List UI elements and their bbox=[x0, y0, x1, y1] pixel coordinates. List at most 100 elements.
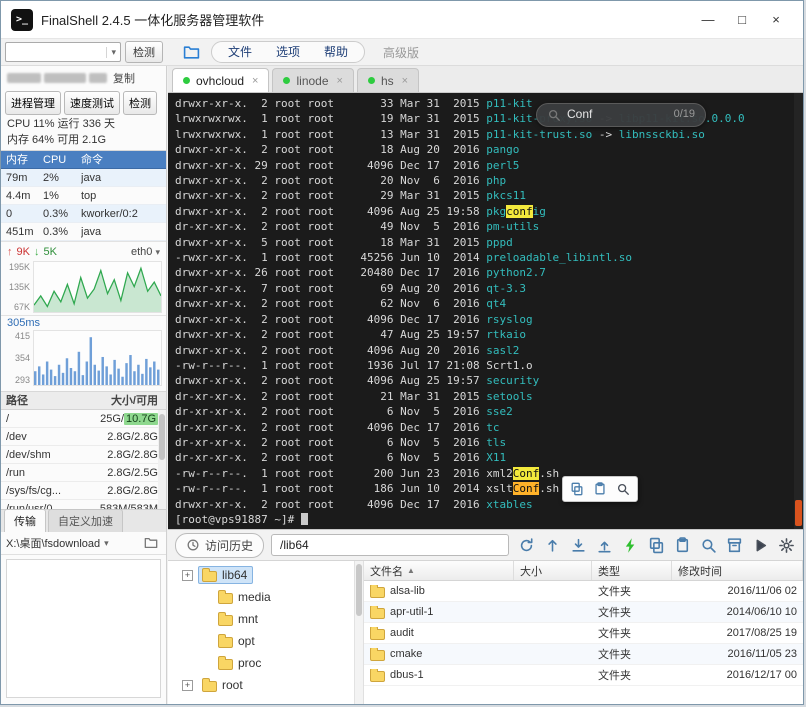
terminal-scrollbar[interactable] bbox=[794, 93, 803, 529]
col-modified[interactable]: 修改时间 bbox=[672, 561, 803, 580]
col-memory[interactable]: 内存 bbox=[1, 151, 43, 168]
tree-item-media[interactable]: media bbox=[168, 586, 363, 608]
session-tab-linode[interactable]: linode× bbox=[272, 68, 353, 92]
line-name-segment: sse2 bbox=[486, 405, 513, 418]
chevron-down-icon[interactable]: ▾ bbox=[104, 538, 109, 549]
up-icon[interactable] bbox=[542, 535, 562, 555]
play-icon[interactable] bbox=[750, 535, 770, 555]
interface-select[interactable]: eth0 ▾ bbox=[131, 246, 160, 258]
tree-item-root[interactable]: +root bbox=[168, 674, 363, 696]
network-summary: ↑ 9K ↓ 5K eth0 ▾ bbox=[1, 241, 166, 261]
tab-传输[interactable]: 传输 bbox=[4, 509, 46, 532]
col-size[interactable]: 大小/可用 bbox=[73, 392, 158, 409]
disk-table: 路径 大小/可用 /25G/10.7G/dev2.8G/2.8G/dev/shm… bbox=[1, 391, 166, 509]
terminal-search-box[interactable]: Conf 0/19 bbox=[536, 103, 706, 127]
paste-icon[interactable] bbox=[590, 479, 610, 499]
menu-item-选项[interactable]: 选项 bbox=[264, 42, 312, 62]
transfer-list[interactable] bbox=[6, 559, 161, 698]
gear-icon[interactable] bbox=[776, 535, 796, 555]
disk-size: 2.8G/2.8G bbox=[73, 428, 158, 445]
col-filename[interactable]: 文件名▲ bbox=[364, 561, 514, 580]
file-row-audit[interactable]: audit文件夹2017/08/25 19 bbox=[364, 623, 803, 644]
open-download-folder-icon[interactable] bbox=[141, 533, 161, 553]
file-row-dbus-1[interactable]: dbus-1文件夹2016/12/17 00 bbox=[364, 665, 803, 686]
download-path[interactable]: X:\桌面\fsdownload bbox=[6, 535, 100, 551]
copy-icon[interactable] bbox=[567, 479, 587, 499]
file-toolbar-icons bbox=[516, 535, 796, 555]
upload-icon[interactable] bbox=[594, 535, 614, 555]
menu-item-帮助[interactable]: 帮助 bbox=[312, 42, 360, 62]
history-button[interactable]: 访问历史 bbox=[175, 533, 264, 558]
process-row: 4.4m1%top bbox=[1, 187, 166, 205]
detect-button[interactable]: 检测 bbox=[125, 41, 163, 63]
file-row-alsa-lib[interactable]: alsa-lib文件夹2016/11/06 02 bbox=[364, 581, 803, 602]
network-chart: 195K 135K 67K bbox=[1, 261, 166, 315]
tree-label: media bbox=[238, 590, 271, 604]
tree-item-proc[interactable]: proc bbox=[168, 652, 363, 674]
download-rate: 5K bbox=[43, 246, 56, 258]
col-filetype[interactable]: 类型 bbox=[592, 561, 672, 580]
finalshell-window: >_ FinalShell 2.4.5 一体化服务器管理软件 — □ × ▾ 检… bbox=[0, 0, 804, 705]
tree-item-lib64[interactable]: +lib64 bbox=[168, 564, 363, 586]
close-tab-icon[interactable]: × bbox=[252, 75, 258, 87]
sidebar-button-速度测试[interactable]: 速度测试 bbox=[64, 91, 120, 115]
paste-icon[interactable] bbox=[672, 535, 692, 555]
tree-item-opt[interactable]: opt bbox=[168, 630, 363, 652]
memory-summary: 内存 64% 可用 2.1G bbox=[1, 132, 166, 148]
menu-item-文件[interactable]: 文件 bbox=[216, 42, 264, 62]
tree-scrollbar[interactable] bbox=[354, 561, 363, 704]
sidebar-button-进程管理[interactable]: 进程管理 bbox=[5, 91, 61, 115]
terminal[interactable]: drwxr-xr-x. 2 root root 33 Mar 31 2015 p… bbox=[168, 93, 803, 529]
open-folder-icon[interactable] bbox=[181, 42, 201, 62]
copy-link[interactable]: 复制 bbox=[113, 70, 135, 86]
maximize-button[interactable]: □ bbox=[725, 7, 759, 33]
folder-icon bbox=[370, 629, 385, 640]
search-icon[interactable] bbox=[698, 535, 718, 555]
close-tab-icon[interactable]: × bbox=[402, 75, 408, 87]
search-icon[interactable] bbox=[613, 479, 633, 499]
expand-icon[interactable]: + bbox=[182, 570, 193, 581]
file-name-cell: apr-util-1 bbox=[364, 606, 514, 619]
file-row-cmake[interactable]: cmake文件夹2016/11/05 23 bbox=[364, 644, 803, 665]
session-tab-ovhcloud[interactable]: ovhcloud× bbox=[172, 68, 269, 92]
refresh-icon[interactable] bbox=[516, 535, 536, 555]
session-tab-hs[interactable]: hs× bbox=[357, 68, 419, 92]
line-meta: dr-xr-xr-x. 2 root root 49 Nov 5 2016 bbox=[175, 220, 486, 233]
disk-table-scrollbar[interactable] bbox=[158, 410, 166, 509]
path-input[interactable] bbox=[271, 534, 509, 556]
expand-icon[interactable]: + bbox=[182, 680, 193, 691]
tree-label: proc bbox=[238, 656, 261, 670]
col-filesize[interactable]: 大小 bbox=[514, 561, 592, 580]
server-select[interactable]: ▾ bbox=[5, 42, 121, 62]
close-tab-icon[interactable]: × bbox=[337, 75, 343, 87]
line-meta: dr-xr-xr-x. 2 root root 4096 Dec 17 2016 bbox=[175, 421, 486, 434]
copy-icon[interactable] bbox=[646, 535, 666, 555]
disk-free: 2.8G bbox=[134, 431, 158, 443]
tab-自定义加速[interactable]: 自定义加速 bbox=[48, 509, 123, 532]
terminal-scrollbar-thumb[interactable] bbox=[795, 500, 802, 526]
file-row-apr-util-1[interactable]: apr-util-1文件夹2014/06/10 10 bbox=[364, 602, 803, 623]
line-name-segment: libnssckbi.so bbox=[619, 128, 705, 141]
col-command[interactable]: 命令 bbox=[81, 151, 166, 168]
close-button[interactable]: × bbox=[759, 7, 793, 33]
tree-label-box: mnt bbox=[214, 610, 264, 628]
download-icon[interactable] bbox=[568, 535, 588, 555]
tree-item-mnt[interactable]: mnt bbox=[168, 608, 363, 630]
disk-row: /dev/shm2.8G/2.8G bbox=[1, 446, 166, 464]
line-name-segment: setools bbox=[486, 390, 532, 403]
file-name: audit bbox=[390, 627, 414, 639]
download-arrow-icon: ↓ bbox=[34, 246, 40, 258]
terminal-line: dr-xr-xr-x. 2 root root 6 Nov 5 2016 sse… bbox=[175, 404, 803, 419]
archive-icon[interactable] bbox=[724, 535, 744, 555]
line-name-segment: Conf bbox=[513, 467, 540, 480]
disk-row: /run/usr/0583M/583M bbox=[1, 500, 166, 509]
bolt-icon[interactable] bbox=[620, 535, 640, 555]
disk-size: 2.8G/2.8G bbox=[73, 446, 158, 463]
sidebar-button-检测[interactable]: 检测 bbox=[123, 91, 157, 115]
col-cpu[interactable]: CPU bbox=[43, 151, 81, 168]
search-query[interactable]: Conf bbox=[567, 107, 592, 122]
terminal-prompt: [root@vps91887 ~]# bbox=[175, 512, 803, 527]
col-path[interactable]: 路径 bbox=[1, 392, 73, 409]
edition-label[interactable]: 高级版 bbox=[383, 44, 419, 61]
minimize-button[interactable]: — bbox=[691, 7, 725, 33]
